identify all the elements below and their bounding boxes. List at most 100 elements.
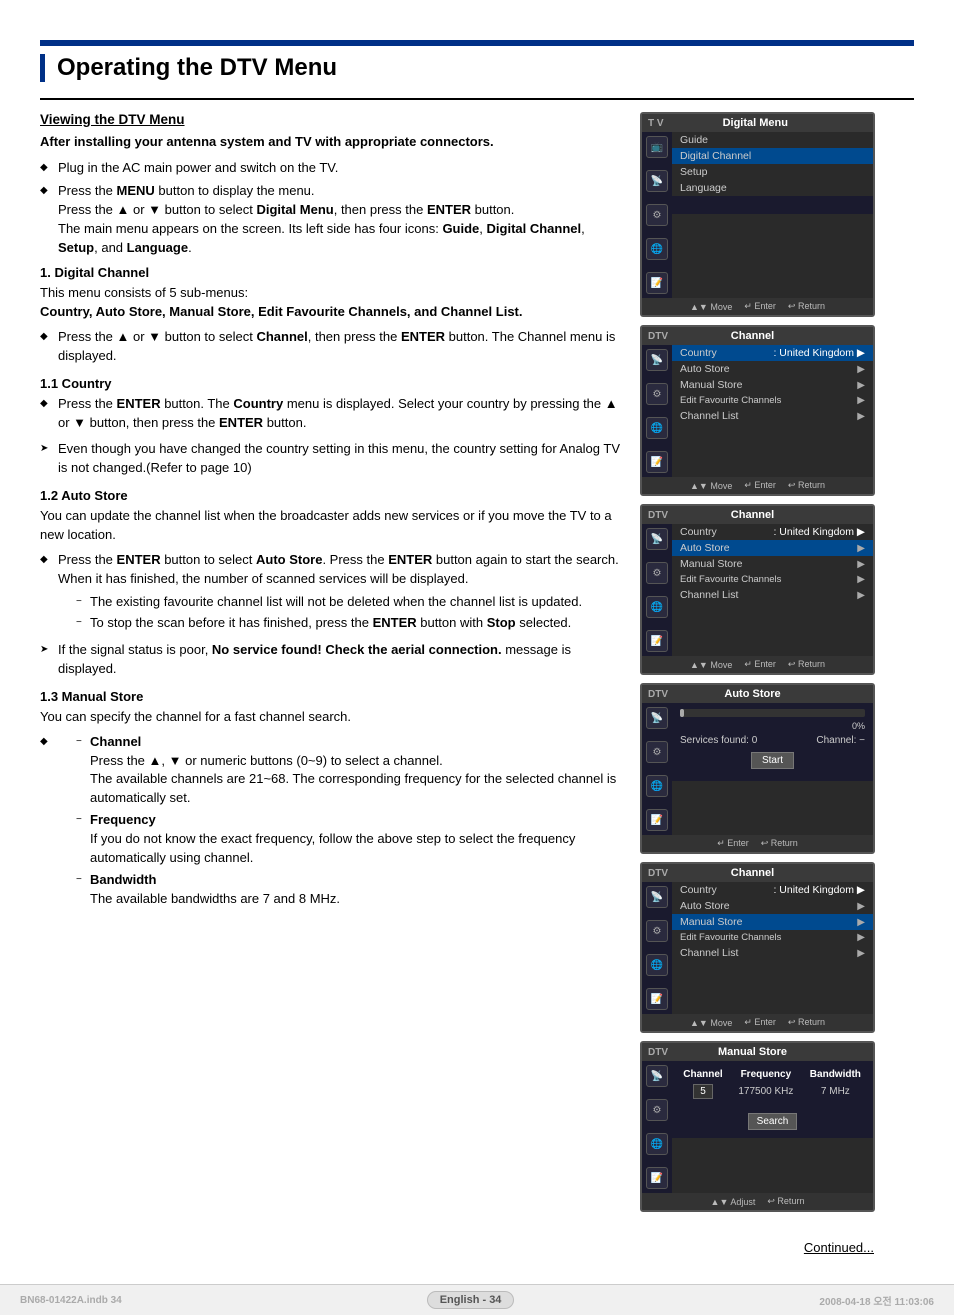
screen-title-5: Channel	[668, 867, 837, 879]
dtv-icon-2c: 🌐	[646, 417, 668, 439]
screen-icons-col-4: 📡 ⚙ 🌐 📝	[642, 703, 672, 835]
tv-icon-1: 📺	[646, 136, 668, 158]
manual-store-table: Channel Frequency Bandwidth 5 177500 KHz	[676, 1067, 869, 1101]
screen-auto-store: DTV Auto Store 📡 ⚙ 🌐 📝	[640, 683, 875, 854]
dtv-icon-5a: 📡	[646, 886, 668, 908]
screen-content-col-2: Country : United Kingdom ▶ Auto Store ▶ …	[672, 345, 873, 477]
screen-content-col-3: Country : United Kingdom ▶ Auto Store ▶ …	[672, 524, 873, 656]
screen-row-digital-channel: Digital Channel	[672, 148, 873, 164]
footer-enter-3: ↵ Enter	[744, 659, 776, 670]
dtv-icon-5b: ⚙	[646, 920, 668, 942]
top-bar	[40, 40, 914, 46]
section12-bullet: Press the ENTER button to select Auto St…	[40, 551, 620, 633]
screen-content-manual-store: Channel Frequency Bandwidth 5 177500 KHz	[672, 1061, 873, 1193]
section13-bandwidth: Bandwidth The available bandwidths are 7…	[76, 871, 620, 909]
screen-footer-1: ▲▼ Move ↵ Enter ↩ Return	[642, 298, 873, 315]
dtv-icon-6d: 📝	[646, 1167, 668, 1189]
section11-arrows: Even though you have changed the country…	[40, 440, 620, 478]
section13-dash-list: Channel Press the ▲, ▼ or numeric button…	[76, 733, 620, 909]
footer-adjust-6: ▲▼ Adjust	[711, 1196, 756, 1207]
screen-row-country-1: Country : United Kingdom ▶	[672, 345, 873, 361]
screen-row-channellist-2: Channel List ▶	[672, 587, 873, 603]
intro-bullet-list: Plug in the AC main power and switch on …	[40, 159, 620, 257]
section13-channel: Channel Press the ▲, ▼ or numeric button…	[76, 733, 620, 808]
menu-description-text: The main menu appears on the screen. Its…	[58, 221, 585, 255]
manual-store-content: Channel Frequency Bandwidth 5 177500 KHz	[672, 1061, 873, 1138]
screen-title-1: Digital Menu	[664, 117, 847, 129]
screen-label-1: T V	[648, 118, 664, 129]
screen-label-2: DTV	[648, 331, 668, 342]
title-divider	[40, 98, 914, 100]
dtv-icon-2b: ⚙	[646, 383, 668, 405]
screen-body-3: 📡 ⚙ 🌐 📝 Country : United Kingdom ▶ Auto …	[642, 524, 873, 656]
tv-icon-5: 📝	[646, 272, 668, 294]
screen-content-auto-store: 0% Services found: 0 Channel: − Start	[672, 703, 873, 835]
screen-icons-col-5: 📡 ⚙ 🌐 📝	[642, 882, 672, 1014]
screen-content-col-5: Country : United Kingdom ▶ Auto Store ▶ …	[672, 882, 873, 1014]
dtv-icon-5c: 🌐	[646, 954, 668, 976]
search-button[interactable]: Search	[748, 1113, 798, 1130]
intro-bullet-1: Plug in the AC main power and switch on …	[40, 159, 620, 178]
footer-return-5: ↩ Return	[788, 1017, 825, 1028]
screen-title-4: Auto Store	[668, 688, 837, 700]
screen-manual-store: DTV Manual Store 📡 ⚙ 🌐 📝	[640, 1041, 875, 1212]
main-content: Viewing the DTV Menu After installing yo…	[40, 112, 914, 1220]
col-channel: Channel	[676, 1067, 730, 1082]
screen-title-3: Channel	[668, 509, 837, 521]
screen-row-autostore-3: Auto Store ▶	[672, 898, 873, 914]
section-intro: After installing your antenna system and…	[40, 133, 620, 151]
sub-section-title-12: 1.2 Auto Store	[40, 488, 620, 503]
screen-label-6: DTV	[648, 1047, 668, 1058]
screen-icons-col-1: 📺 📡 ⚙ 🌐 📝	[642, 132, 672, 298]
sub-section-title-11: 1.1 Country	[40, 376, 620, 391]
dtv-icon-4b: ⚙	[646, 741, 668, 763]
footer-move-3: ▲▼ Move	[690, 659, 732, 670]
sub-section-13: 1.3 Manual Store You can specify the cha…	[40, 689, 620, 908]
section1-bullets: Press the ▲ or ▼ button to select Channe…	[40, 328, 620, 366]
screen-header-6: DTV Manual Store	[642, 1043, 873, 1061]
sub-section-12: 1.2 Auto Store You can update the channe…	[40, 488, 620, 679]
screen-label-3: DTV	[648, 510, 668, 521]
section11-bullet: Press the ENTER button. The Country menu…	[40, 395, 620, 433]
section12-dash1: The existing favourite channel list will…	[76, 593, 620, 612]
screen-footer-2: ▲▼ Move ↵ Enter ↩ Return	[642, 477, 873, 494]
screen-header-2: DTV Channel	[642, 327, 873, 345]
screens-column: T V Digital Menu 📺 📡 ⚙ 🌐 📝 Guide	[640, 112, 880, 1220]
footer-return-3: ↩ Return	[788, 659, 825, 670]
intro-bullet-2: Press the MENU button to display the men…	[40, 182, 620, 257]
screen-row-editfav-2: Edit Favourite Channels ▶	[672, 572, 873, 587]
screen-header-4: DTV Auto Store	[642, 685, 873, 703]
sub-section-title-13: 1.3 Manual Store	[40, 689, 620, 704]
val-channel: 5	[676, 1082, 730, 1101]
dtv-icon-3d: 📝	[646, 630, 668, 652]
screen-row-editfav-1: Edit Favourite Channels ▶	[672, 393, 873, 408]
screen-digital-menu: T V Digital Menu 📺 📡 ⚙ 🌐 📝 Guide	[640, 112, 875, 317]
screen-header-3: DTV Channel	[642, 506, 873, 524]
section13-desc: You can specify the channel for a fast c…	[40, 708, 620, 727]
screen-header-5: DTV Channel	[642, 864, 873, 882]
section12-desc: You can update the channel list when the…	[40, 507, 620, 545]
menu-instruction-text: Press the ▲ or ▼ button to select Digita…	[58, 202, 514, 217]
dtv-icon-6a: 📡	[646, 1065, 668, 1087]
tv-icon-2: 📡	[646, 170, 668, 192]
section12-arrow: If the signal status is poor, No service…	[40, 641, 620, 679]
screen-row-country-3: Country : United Kingdom ▶	[672, 882, 873, 898]
section12-arrows: If the signal status is poor, No service…	[40, 641, 620, 679]
val-frequency: 177500 KHz	[730, 1082, 802, 1101]
bottom-bar: BN68-01422A.indb 34 English - 34 2008-04…	[0, 1284, 954, 1315]
section12-bullets: Press the ENTER button to select Auto St…	[40, 551, 620, 633]
screen-label-4: DTV	[648, 689, 668, 700]
screen-row-autostore-1: Auto Store ▶	[672, 361, 873, 377]
screen-title-2: Channel	[668, 330, 837, 342]
start-button[interactable]: Start	[751, 752, 794, 769]
footer-date: 2008-04-18 오전 11:03:06	[819, 1293, 934, 1308]
text-column: Viewing the DTV Menu After installing yo…	[40, 112, 620, 1220]
manual-store-row: 5 177500 KHz 7 MHz	[676, 1082, 869, 1101]
screen-footer-5: ▲▼ Move ↵ Enter ↩ Return	[642, 1014, 873, 1031]
section13-frequency: Frequency If you do not know the exact f…	[76, 811, 620, 868]
val-bandwidth: 7 MHz	[802, 1082, 869, 1101]
dtv-icon-2d: 📝	[646, 451, 668, 473]
screen-row-channellist-3: Channel List ▶	[672, 945, 873, 961]
screen-channel-2: DTV Channel 📡 ⚙ 🌐 📝 Country : United	[640, 504, 875, 675]
dtv-icon-3b: ⚙	[646, 562, 668, 584]
